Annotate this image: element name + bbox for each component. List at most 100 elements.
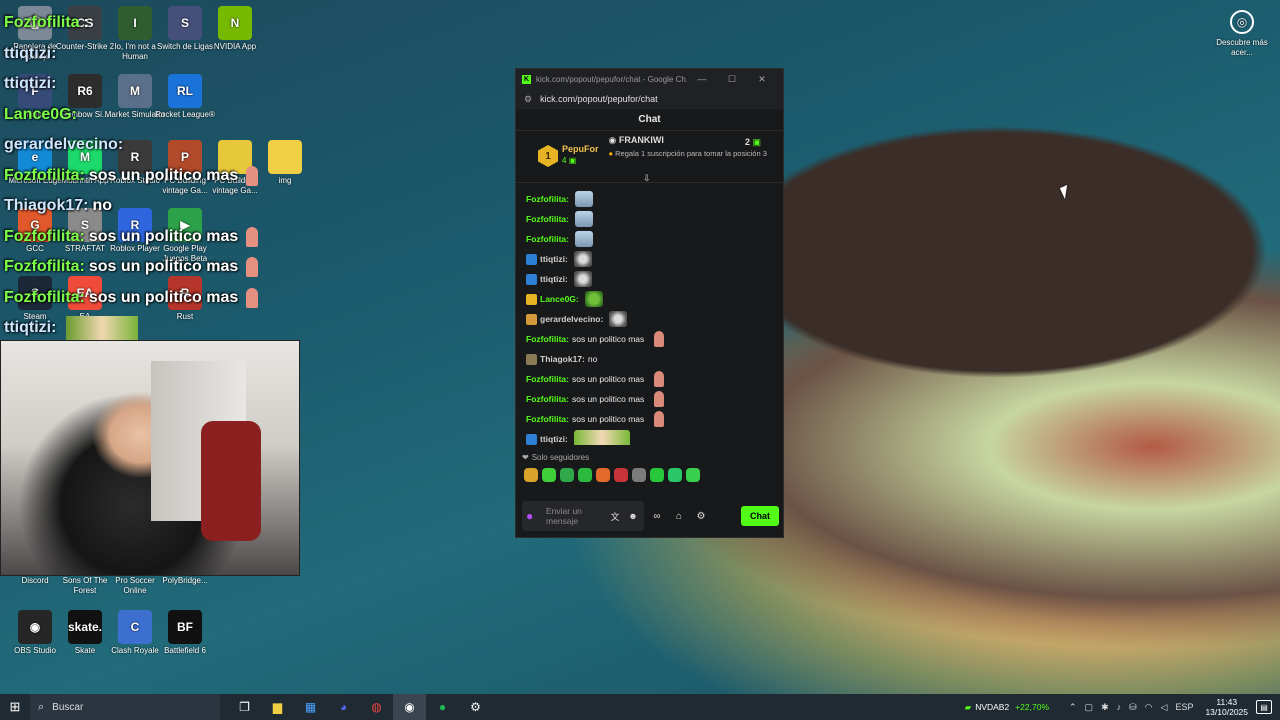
tray-app-icon[interactable]: ▢ [1085, 702, 1094, 713]
quick-emote-icon[interactable] [686, 468, 700, 482]
chat-username[interactable]: Fozfofilita: [526, 394, 569, 404]
notification-icon[interactable]: ▤ [1256, 700, 1272, 714]
leader-name[interactable]: PepuFor [562, 143, 599, 155]
address-bar[interactable]: ⚙ kick.com/popout/pepufor/chat [516, 89, 783, 109]
spotify-icon[interactable]: ● [426, 694, 459, 720]
maximize-button[interactable]: ☐ [717, 74, 747, 85]
chat-message[interactable]: Fozfofilita: [526, 189, 773, 209]
user-badge-icon [526, 353, 537, 365]
chat-username[interactable]: Fozfofilita: [526, 214, 569, 224]
chat-username[interactable]: Thiagok17: [540, 354, 585, 364]
chat-message[interactable]: Fozfofilita: sos un politico mas [526, 409, 773, 429]
quick-emote-icon[interactable] [542, 468, 556, 482]
chat-message[interactable]: ttiqtizi: [526, 429, 773, 445]
target-name[interactable]: FRANKIWI [619, 135, 664, 145]
settings-icon[interactable]: ⚙ [692, 511, 710, 522]
user-badge-icon [526, 313, 537, 325]
overlay-chat-line: Fozfofilita: sos un politico mas [4, 252, 296, 283]
chat-message[interactable]: Lance0G: [526, 289, 773, 309]
chat-username[interactable]: Fozfofilita: [526, 334, 569, 344]
taskbar-search[interactable]: ⌕ Buscar [30, 694, 220, 720]
clock[interactable]: 11:43 13/10/2025 [1205, 697, 1248, 717]
chat-message[interactable]: Fozfofilita: sos un politico mas [526, 369, 773, 389]
chat-messages[interactable]: Fozfofilita: Fozfofilita: Fozfofilita: ttiq… [516, 183, 783, 445]
window-titlebar[interactable]: K kick.com/popout/pepufor/chat - Google … [516, 69, 783, 89]
overlay-chat-line: Lance0G: [4, 100, 296, 131]
windows-start-icon[interactable]: ⊞ [0, 699, 30, 715]
chat-username[interactable]: Fozfofilita: [526, 414, 569, 424]
hand-emote-icon [654, 391, 665, 407]
chat-username[interactable]: Fozfofilita: [526, 234, 569, 244]
discover-desktop-icon[interactable]: ◎ Descubre más acer... [1214, 8, 1270, 58]
wifi-icon[interactable]: ◠ [1145, 702, 1153, 713]
file-explorer-icon[interactable]: ▆ [261, 694, 294, 720]
overlay-message: sos un politico mas [88, 258, 239, 275]
chat-username[interactable]: ttiqtizi: [540, 274, 568, 284]
quick-emote-icon[interactable] [650, 468, 664, 482]
overlay-chat-line: Fozfofilita: sos un politico mas [4, 161, 296, 192]
chat-message[interactable]: Fozfofilita: [526, 229, 773, 249]
discord-icon[interactable]: ◕ [327, 694, 360, 720]
user-badge-icon [526, 273, 537, 285]
chat-username[interactable]: Lance0G: [540, 294, 579, 304]
translate-icon[interactable]: 文 [608, 510, 622, 523]
chevron-up-icon[interactable]: ⌃ [1069, 702, 1077, 713]
stock-name: NVDAB2 [975, 702, 1010, 712]
emoji-icon[interactable]: ☻ [626, 511, 640, 521]
stock-widget[interactable]: ▰ NVDAB2 +22,70% [965, 702, 1049, 713]
quick-emote-icon[interactable] [560, 468, 574, 482]
send-chat-button[interactable]: Chat [741, 506, 779, 526]
quick-emote-icon[interactable] [596, 468, 610, 482]
chrome-icon[interactable]: ◍ [360, 694, 393, 720]
close-button[interactable]: ✕ [747, 74, 777, 85]
chat-message[interactable]: gerardelvecino: [526, 309, 773, 329]
window-title: kick.com/popout/pepufor/chat - Google Ch… [536, 74, 687, 84]
chat-input[interactable]: ● Enviar un mensaje 文 ☻ [522, 501, 644, 531]
chat-message[interactable]: Fozfofilita: [526, 209, 773, 229]
points-icon[interactable]: ∞ [648, 511, 666, 522]
quick-emote-icon[interactable] [524, 468, 538, 482]
settings-icon[interactable]: ⚙ [459, 694, 492, 720]
quick-emote-bar [516, 462, 783, 482]
overlay-username: ttiqtizi: [4, 75, 57, 92]
volume-icon[interactable]: ◁ [1161, 702, 1168, 713]
chat-input-bar: ● Enviar un mensaje 文 ☻ ∞ ⌂ ⚙ Chat [522, 501, 779, 531]
language-indicator[interactable]: ESP [1175, 702, 1193, 712]
store-icon[interactable]: ⌂ [670, 511, 688, 522]
leader-count: 4 [562, 156, 567, 165]
collapse-arrow-icon[interactable]: ⇩ [643, 173, 651, 184]
chat-username[interactable]: Fozfofilita: [526, 194, 569, 204]
chat-username[interactable]: gerardelvecino: [540, 314, 603, 324]
chat-message[interactable]: Fozfofilita: sos un politico mas [526, 329, 773, 349]
chat-username[interactable]: Fozfofilita: [526, 374, 569, 384]
mic-icon[interactable]: ♪ [1117, 702, 1122, 712]
microsoft-store-icon[interactable]: ▦ [294, 694, 327, 720]
mic-icon[interactable]: ● [526, 509, 540, 523]
quick-emote-icon[interactable] [578, 468, 592, 482]
site-settings-icon[interactable]: ⚙ [524, 94, 532, 105]
quick-emote-icon[interactable] [668, 468, 682, 482]
hand-emote-icon [246, 165, 259, 186]
overlay-message: sos un politico mas [88, 227, 239, 245]
task-view-icon[interactable]: ❐ [228, 694, 261, 720]
chat-username[interactable]: ttiqtizi: [540, 254, 568, 264]
desktop-icon[interactable]: BF Battlefield 6 [154, 610, 216, 656]
chat-message[interactable]: ttiqtizi: [526, 269, 773, 289]
overlay-username: ttiqtizi: [4, 319, 57, 336]
plate-emote-icon [574, 191, 593, 207]
chat-message[interactable]: Fozfofilita: sos un politico mas [526, 389, 773, 409]
bluetooth-icon[interactable]: ✱ [1101, 702, 1109, 713]
obs-icon[interactable]: ◉ [393, 694, 426, 720]
app-icon: ◉ [18, 610, 52, 644]
minimize-button[interactable]: — [687, 74, 717, 84]
chat-message[interactable]: ttiqtizi: [526, 249, 773, 269]
stock-change: +22,70% [1015, 702, 1049, 712]
skull-emote-icon [609, 311, 628, 327]
chat-message[interactable]: Thiagok17: no [526, 349, 773, 369]
quick-emote-icon[interactable] [614, 468, 628, 482]
hand-emote-icon [246, 257, 259, 278]
chat-username[interactable]: ttiqtizi: [540, 434, 568, 444]
usb-icon[interactable]: ⛁ [1129, 702, 1137, 713]
quick-emote-icon[interactable] [632, 468, 646, 482]
overlay-chat-line: gerardelvecino: [4, 130, 296, 161]
